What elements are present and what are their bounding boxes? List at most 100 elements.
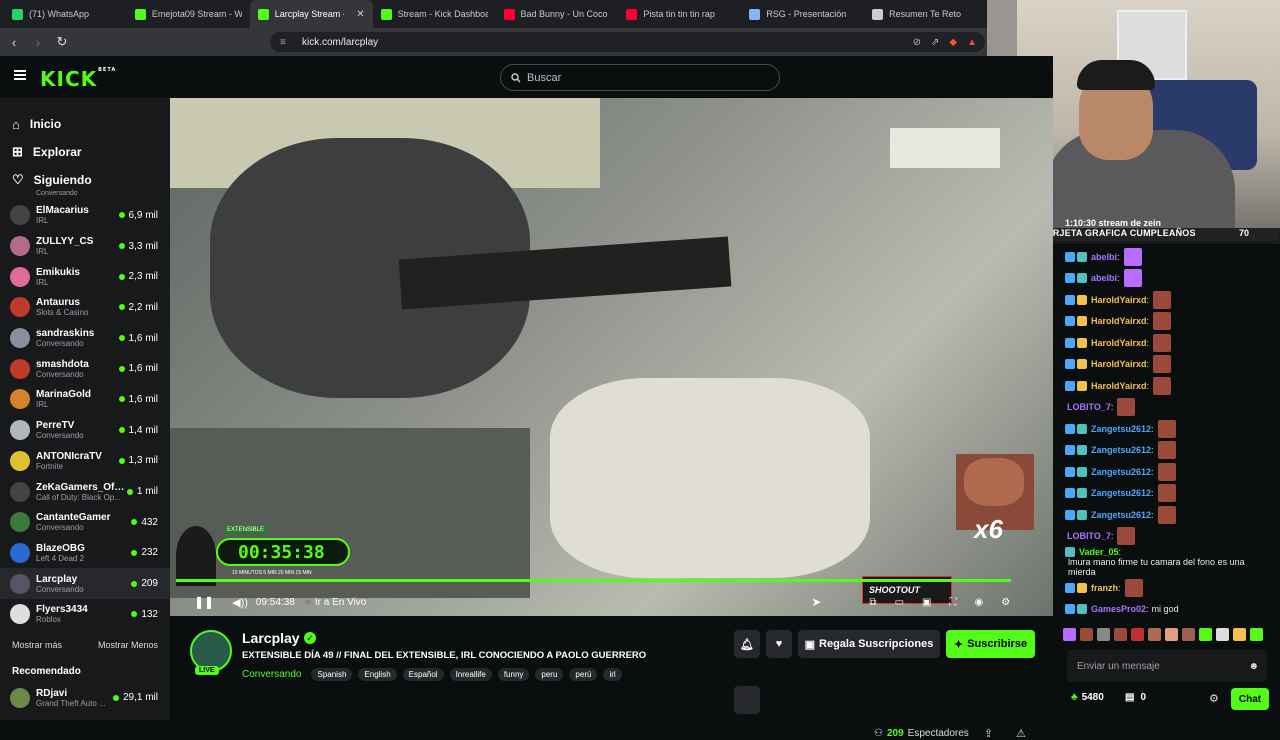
browser-tab[interactable]: (71) WhatsApp: [4, 0, 127, 28]
chat-username[interactable]: abelbi: [1091, 273, 1117, 283]
subscribe-button[interactable]: ✦ Suscribirse: [946, 630, 1035, 658]
go-live-link[interactable]: Ir a En Vivo: [315, 597, 367, 608]
points-display[interactable]: ♣ 5480: [1071, 692, 1104, 703]
sidebar-channel[interactable]: Flyers3434 Roblox 132: [0, 599, 170, 630]
emote-icon[interactable]: [1182, 628, 1195, 641]
chat-username[interactable]: HaroldYairxd: [1091, 381, 1147, 391]
tag[interactable]: Español: [402, 668, 444, 681]
chat-username[interactable]: Zangetsu2612: [1091, 510, 1151, 520]
share-icon[interactable]: ⇗: [931, 37, 939, 48]
chat-username[interactable]: LOBITO_7: [1067, 531, 1111, 541]
nav-inicio[interactable]: ⌂ Inicio: [0, 110, 170, 138]
chat-username[interactable]: Zangetsu2612: [1091, 445, 1151, 455]
pause-icon[interactable]: ❚❚: [194, 595, 214, 609]
sidebar-channel[interactable]: ElMacarius IRL 6,9 mil: [0, 200, 170, 231]
back-icon[interactable]: ‹: [4, 35, 24, 50]
reload-icon[interactable]: ↻: [52, 34, 72, 50]
mute-tab-icon[interactable]: ⊘: [913, 37, 921, 48]
theater-icon[interactable]: ▭: [895, 597, 904, 608]
report-icon[interactable]: ⚠: [1016, 727, 1026, 740]
nav-explorar[interactable]: ⊞ Explorar: [0, 138, 170, 166]
sidebar-channel[interactable]: ANTONIcraTV Fortnite 1,3 mil: [0, 446, 170, 477]
sidebar-channel[interactable]: BlazeOBG Left 4 Dead 2 232: [0, 538, 170, 569]
browser-tab[interactable]: Bad Bunny - Un Coco - Un: [496, 0, 619, 28]
browser-tab[interactable]: RSG - Presentación: [741, 0, 864, 28]
chat-username[interactable]: HaroldYairxd: [1091, 359, 1147, 369]
emoji-icon[interactable]: ☻: [1248, 661, 1259, 672]
chat-settings-icon[interactable]: ⚙: [1209, 692, 1219, 705]
clip-icon[interactable]: ⧉: [869, 597, 876, 608]
sidebar-channel[interactable]: CantanteGamer Conversando 432: [0, 507, 170, 538]
fullscreen-icon[interactable]: ⛶: [949, 597, 956, 608]
tag[interactable]: funny: [497, 668, 530, 681]
sidebar-channel[interactable]: PerreTV Conversando 1,4 mil: [0, 415, 170, 446]
items-display[interactable]: ▤ 0: [1125, 692, 1146, 703]
chat-username[interactable]: LOBITO_7: [1067, 402, 1111, 412]
channel-name[interactable]: Larcplay: [242, 630, 300, 646]
url-field[interactable]: ≡ kick.com/larcplay ⊘ ⇗ ◆ ▲: [270, 32, 985, 52]
browser-tab[interactable]: Stream - Kick Dashboa: [373, 0, 496, 28]
browser-tab[interactable]: Pista tin tin tin rap: [618, 0, 741, 28]
sidebar-channel[interactable]: sandraskins Conversando 1,6 mil: [0, 323, 170, 354]
emote-icon[interactable]: [1199, 628, 1212, 641]
chat-username[interactable]: franzh: [1091, 583, 1118, 593]
chat-username[interactable]: HaroldYairxd: [1091, 295, 1147, 305]
emote-icon[interactable]: [1148, 628, 1161, 641]
kick-logo[interactable]: KICKBETA: [40, 67, 116, 91]
emote-icon[interactable]: [1250, 628, 1263, 641]
progress-bar[interactable]: [176, 579, 1011, 582]
sidebar-channel[interactable]: ZeKaGamers_Ofic... Call of Duty: Black Op…: [0, 476, 170, 507]
notifications-button[interactable]: 🔔︎: [734, 630, 760, 658]
chat-username[interactable]: Zangetsu2612: [1091, 467, 1151, 477]
emote-icon[interactable]: [1080, 628, 1093, 641]
site-info-icon[interactable]: ≡: [280, 37, 292, 48]
rewards-icon[interactable]: ▲: [967, 37, 977, 48]
brave-shield-icon[interactable]: ◆: [949, 37, 957, 48]
sidebar-channel[interactable]: smashdota Conversando 1,6 mil: [0, 353, 170, 384]
settings-icon[interactable]: ⚙: [1001, 597, 1010, 608]
browser-tab[interactable]: Larcplay Stream - V ✕: [249, 0, 373, 28]
forward-icon[interactable]: ›: [28, 35, 48, 50]
emote-icon[interactable]: [1114, 628, 1127, 641]
chat-username[interactable]: abelbi: [1091, 252, 1117, 262]
category-link[interactable]: Conversando: [242, 669, 301, 680]
tag[interactable]: English: [358, 668, 397, 681]
chat-username[interactable]: HaroldYairxd: [1091, 316, 1147, 326]
chat-username[interactable]: Vader_05: [1079, 547, 1119, 557]
emote-icon[interactable]: [1233, 628, 1246, 641]
chat-username[interactable]: Zangetsu2612: [1091, 488, 1151, 498]
close-tab-icon[interactable]: ✕: [356, 9, 364, 20]
emote-icon[interactable]: [1131, 628, 1144, 641]
pip-icon[interactable]: ▣: [922, 597, 931, 608]
chat-input[interactable]: Enviar un mensaje ☻: [1067, 650, 1267, 682]
chat-username[interactable]: Zangetsu2612: [1091, 424, 1151, 434]
follow-button[interactable]: ♥: [766, 630, 792, 658]
sidebar-channel[interactable]: ZULLYY_CS IRL 3,3 mil: [0, 231, 170, 262]
browser-tab[interactable]: Emejota09 Stream - Watch: [127, 0, 250, 28]
sidebar-channel[interactable]: Emikukis IRL 2,3 mil: [0, 261, 170, 292]
tag[interactable]: peru: [535, 668, 564, 681]
quality-icon[interactable]: ◉: [974, 597, 983, 608]
tag[interactable]: Inreallife: [449, 668, 492, 681]
menu-icon[interactable]: [14, 70, 26, 80]
gift-subs-button[interactable]: ▣ Regala Suscripciones: [798, 630, 940, 658]
sidebar-channel[interactable]: RDjavi Grand Theft Auto ... 29,1 mil: [0, 683, 170, 714]
emote-icon[interactable]: [1216, 628, 1229, 641]
sidebar-channel[interactable]: MarinaGold IRL 1,6 mil: [0, 384, 170, 415]
emote-icon[interactable]: [1097, 628, 1110, 641]
chat-send-button[interactable]: Chat: [1231, 688, 1269, 710]
sidebar-channel[interactable]: Larcplay Conversando 209: [0, 568, 170, 599]
sidebar-channel[interactable]: Antaurus Slots & Casino 2,2 mil: [0, 292, 170, 323]
emote-icon[interactable]: [1165, 628, 1178, 641]
tag[interactable]: irl: [603, 668, 622, 681]
search-input[interactable]: Buscar: [500, 64, 780, 91]
tag[interactable]: perú: [569, 668, 598, 681]
browser-tab[interactable]: Resumen Te Reto: [864, 0, 987, 28]
chat-username[interactable]: GamesPro02: [1091, 604, 1146, 614]
emote-icon[interactable]: [1063, 628, 1076, 641]
volume-icon[interactable]: ◀)): [232, 596, 248, 609]
chat-username[interactable]: HaroldYairxd: [1091, 338, 1147, 348]
show-less-button[interactable]: Mostrar Menos: [98, 640, 158, 650]
tag[interactable]: Spanish: [311, 668, 353, 681]
share-icon[interactable]: ⇪: [984, 727, 993, 740]
